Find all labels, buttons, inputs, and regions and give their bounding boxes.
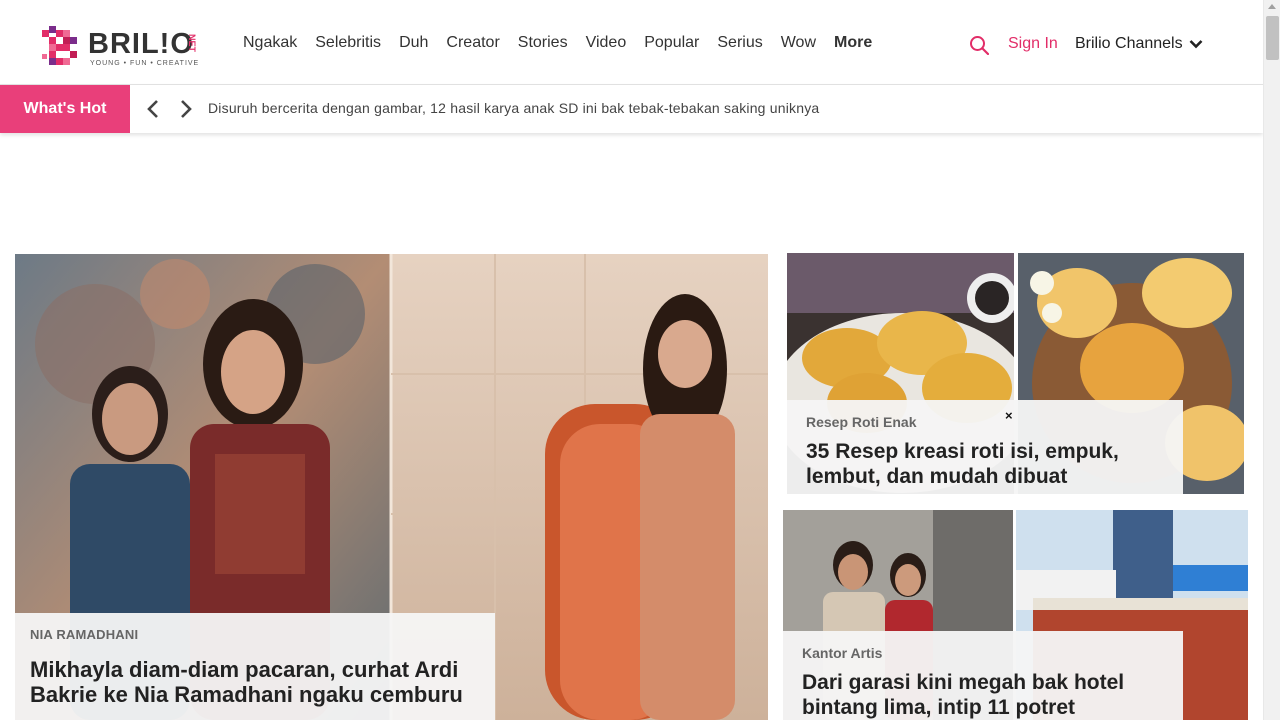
sign-in-link[interactable]: Sign In (1008, 35, 1058, 53)
nav-item-popular[interactable]: Popular (644, 34, 699, 52)
site-header: BRIL!O NET YOUNG • FUN • CREATIVE Ngakak… (0, 0, 1263, 85)
nav-item-more[interactable]: More (834, 34, 872, 52)
main-nav: Ngakak Selebritis Duh Creator Stories Vi… (243, 34, 890, 52)
logo-mark-icon (42, 26, 77, 65)
nav-item-stories[interactable]: Stories (518, 34, 568, 52)
side-story-title[interactable]: 35 Resep kreasi roti isi, empuk, lembut,… (806, 439, 1164, 489)
feature-category[interactable]: NIA RAMADHANI (30, 627, 480, 642)
chevron-down-icon (1189, 40, 1203, 49)
feature-title[interactable]: Mikhayla diam-diam pacaran, curhat Ardi … (30, 657, 480, 707)
nav-item-video[interactable]: Video (586, 34, 627, 52)
logo-suffix: NET (187, 34, 197, 52)
scrollbar-thumb[interactable] (1266, 16, 1279, 60)
side-story-roti[interactable]: Resep Roti Enak 35 Resep kreasi roti isi… (787, 253, 1244, 494)
nav-item-ngakak[interactable]: Ngakak (243, 34, 297, 52)
nav-item-wow[interactable]: Wow (781, 34, 816, 52)
side-story-category[interactable]: Kantor Artis (802, 645, 1164, 661)
side-story-title[interactable]: Dari garasi kini megah bak hotel bintang… (802, 670, 1164, 720)
scroll-up-arrow-icon[interactable] (1268, 4, 1276, 9)
logo-text: BRIL!O (88, 28, 194, 60)
brilio-logo[interactable]: BRIL!O NET YOUNG • FUN • CREATIVE (42, 24, 207, 70)
whats-hot-bar: What's Hot Disuruh bercerita dengan gamb… (0, 85, 1263, 133)
whats-hot-headline[interactable]: Disuruh bercerita dengan gambar, 12 hasi… (208, 100, 819, 116)
feature-story[interactable]: NIA RAMADHANI Mikhayla diam-diam pacaran… (15, 254, 768, 720)
side-story-kantor[interactable]: Kantor Artis Dari garasi kini megah bak … (783, 510, 1248, 720)
chevron-left-icon[interactable] (142, 97, 166, 121)
logo-tagline: YOUNG • FUN • CREATIVE (90, 60, 200, 67)
side-story-category[interactable]: Resep Roti Enak (806, 414, 1164, 430)
side-story-card: Resep Roti Enak 35 Resep kreasi roti isi… (787, 400, 1183, 494)
feature-card: NIA RAMADHANI Mikhayla diam-diam pacaran… (15, 613, 495, 720)
brilio-channels-dropdown[interactable]: Brilio Channels (1075, 35, 1203, 53)
chevron-right-icon[interactable] (173, 97, 197, 121)
side-story-card: Kantor Artis Dari garasi kini megah bak … (783, 631, 1183, 720)
page: BRIL!O NET YOUNG • FUN • CREATIVE Ngakak… (0, 0, 1280, 720)
nav-item-serius[interactable]: Serius (717, 34, 762, 52)
channels-label: Brilio Channels (1075, 35, 1183, 52)
search-icon[interactable] (969, 35, 989, 55)
nav-item-selebritis[interactable]: Selebritis (315, 34, 381, 52)
nav-item-creator[interactable]: Creator (446, 34, 499, 52)
nav-item-duh[interactable]: Duh (399, 34, 428, 52)
page-scrollbar[interactable] (1263, 0, 1280, 720)
whats-hot-label: What's Hot (0, 85, 130, 133)
close-icon[interactable]: × (1005, 408, 1013, 423)
